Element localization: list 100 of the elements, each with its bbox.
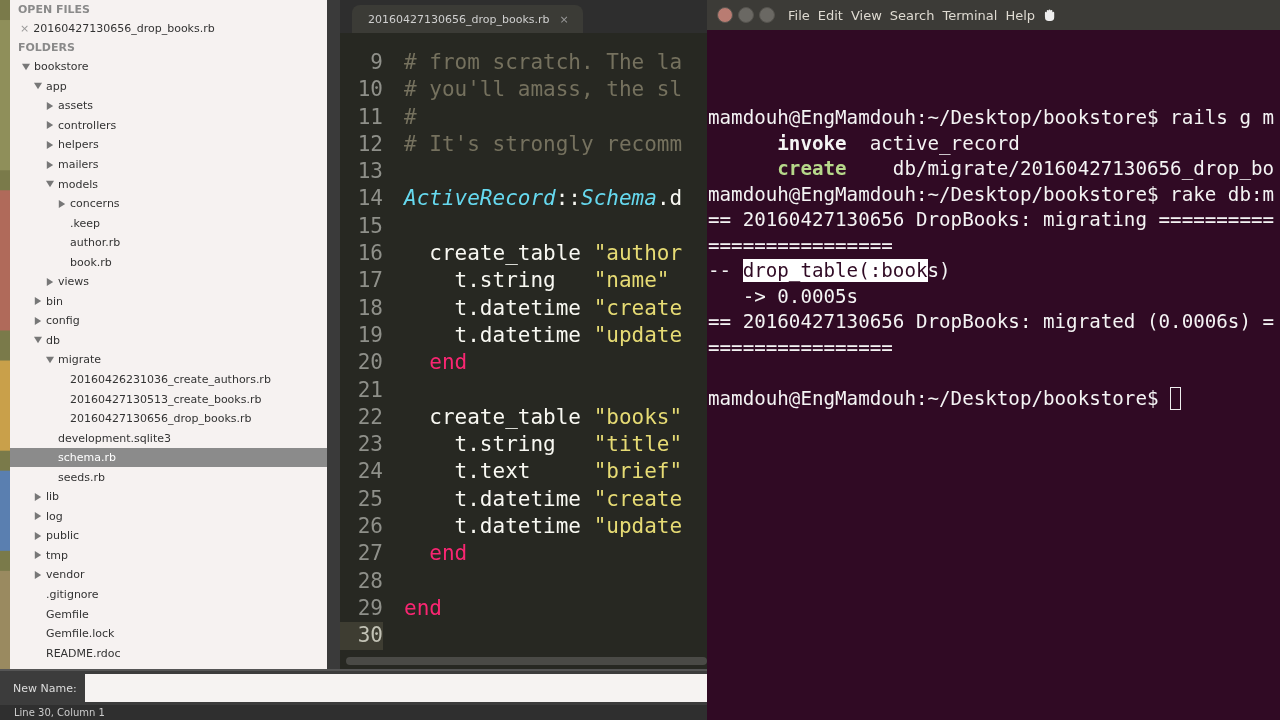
expanded-arrow-icon[interactable] — [46, 355, 54, 364]
line-number: 20 — [356, 349, 383, 377]
tree-item[interactable]: Gemfile — [10, 604, 327, 624]
tree-item[interactable]: public — [10, 526, 327, 546]
tree-item[interactable]: Gemfile.lock — [10, 623, 327, 644]
terminal-line: mamdouh@EngMamdouh:~/Desktop/bookstore$ rails g m — [708, 105, 1275, 131]
line-number: 16 — [356, 240, 383, 268]
line-number: 25 — [356, 485, 383, 513]
line-number: 15 — [356, 212, 383, 240]
terminal-line: == 20160427130656 DropBooks: migrated (0.0006s) = — [708, 309, 1275, 335]
code-line: end — [404, 594, 442, 622]
line-number: 21 — [356, 376, 383, 404]
line-number: 12 — [356, 130, 383, 158]
code-line: create_table "author — [428, 240, 683, 268]
line-number: 19 — [356, 321, 383, 349]
tree-item[interactable]: bookstore — [10, 57, 327, 77]
tree-item[interactable]: seeds.rb — [10, 467, 327, 488]
tree-item[interactable]: .keep — [10, 213, 327, 233]
menu-item[interactable]: View — [850, 7, 882, 23]
line-number: 10 — [356, 76, 383, 104]
input-field[interactable] — [84, 674, 707, 702]
code-line: t.datetime "update — [453, 321, 683, 349]
tree-item[interactable]: 20160427130513_create_books.rb — [10, 389, 327, 409]
tree-item[interactable]: controllers — [10, 115, 327, 136]
collapsed-arrow-icon[interactable] — [46, 277, 54, 286]
expanded-arrow-icon[interactable] — [46, 180, 54, 189]
line-number: 26 — [356, 513, 383, 541]
menu-item[interactable]: Edit — [817, 7, 843, 23]
tree-item[interactable]: db — [10, 330, 327, 351]
tree-item[interactable]: models — [10, 174, 327, 194]
status-text: Line 30, Column 1 — [14, 707, 105, 718]
tree-item[interactable]: views — [10, 272, 327, 292]
expanded-arrow-icon[interactable] — [22, 62, 30, 71]
collapsed-arrow-icon[interactable] — [34, 551, 42, 560]
menu-item[interactable]: Search — [889, 7, 935, 23]
tree-item[interactable]: 20160426231036_create_authors.rb — [10, 369, 327, 390]
tree-item[interactable]: lib — [10, 487, 327, 507]
field-label: New Name: — [13, 681, 77, 695]
code-line: t.string "name" — [453, 267, 670, 295]
tree-item[interactable]: mailers — [10, 154, 327, 175]
collapsed-arrow-icon[interactable] — [46, 160, 54, 169]
tree-item[interactable]: author.rb — [10, 232, 327, 253]
menu-item[interactable]: Terminal — [942, 7, 998, 23]
terminal-line: invoke active_record — [776, 130, 1020, 156]
line-number: 9 — [369, 49, 383, 76]
tree-item[interactable]: migrate — [10, 350, 327, 370]
close-button[interactable] — [717, 7, 733, 23]
line-number: 28 — [356, 567, 383, 595]
terminal-line: ================ — [708, 334, 893, 360]
collapsed-arrow-icon[interactable] — [34, 531, 42, 540]
maximize-button[interactable] — [759, 7, 775, 23]
menu-item[interactable]: Help — [1005, 7, 1036, 23]
menu-item[interactable]: File — [788, 7, 810, 23]
line-number: 17 — [356, 267, 383, 295]
tree-item[interactable]: app — [10, 76, 327, 97]
code-line: # — [404, 103, 417, 131]
horizontal-scrollbar[interactable] — [346, 657, 707, 665]
code-line: t.text "brief" — [453, 458, 683, 486]
code-line: # you'll amass, the sl — [404, 76, 683, 104]
code-line: t.datetime "create — [453, 294, 683, 322]
tree-item[interactable]: tmp — [10, 545, 327, 566]
tree-item[interactable]: README.rdoc — [10, 643, 327, 663]
collapsed-arrow-icon[interactable] — [34, 492, 42, 501]
collapsed-arrow-icon[interactable] — [58, 199, 66, 208]
tree-item[interactable]: .gitignore — [10, 584, 327, 605]
collapsed-arrow-icon[interactable] — [46, 101, 54, 110]
code-line: create_table "books" — [428, 403, 683, 431]
line-number: 27 — [356, 540, 383, 568]
tree-item[interactable]: vendor — [10, 565, 327, 585]
code-line: t.datetime "create — [453, 485, 683, 513]
expanded-arrow-icon[interactable] — [34, 82, 42, 91]
terminal-line: -> 0.0005s — [741, 283, 859, 309]
terminal-line: mamdouh@EngMamdouh:~/Desktop/bookstore$ rake db:m — [708, 181, 1275, 207]
tree-item[interactable]: helpers — [10, 135, 327, 155]
line-number: 13 — [356, 158, 383, 186]
collapsed-arrow-icon[interactable] — [34, 512, 42, 521]
line-number: 22 — [356, 403, 383, 431]
collapsed-arrow-icon[interactable] — [34, 297, 42, 306]
collapsed-arrow-icon[interactable] — [46, 121, 54, 130]
collapsed-arrow-icon[interactable] — [34, 571, 42, 579]
tree-item[interactable]: concerns — [10, 193, 327, 214]
minimize-button[interactable] — [738, 7, 754, 23]
expanded-arrow-icon[interactable] — [34, 336, 42, 345]
line-number: 18 — [356, 294, 383, 322]
terminal-line: create db/migrate/20160427130656_drop_bo — [776, 156, 1275, 182]
section-heading: OPEN FILES — [17, 2, 90, 18]
tree-item[interactable]: log — [10, 506, 327, 527]
line-number: 30 — [340, 622, 383, 650]
tree-item[interactable]: 20160427130656_drop_books.rb — [10, 408, 327, 429]
tree-item[interactable]: book.rb — [10, 252, 327, 272]
code-line: end — [428, 349, 468, 377]
collapsed-arrow-icon[interactable] — [34, 316, 42, 325]
tree-item[interactable]: assets — [10, 96, 327, 116]
open-file-item[interactable]: 20160427130656_drop_books.rb — [33, 22, 215, 35]
code-line: # It's strongly recomm — [404, 130, 683, 158]
file-tab[interactable]: 20160427130656_drop_books.rb × — [352, 5, 583, 33]
collapsed-arrow-icon[interactable] — [46, 140, 54, 149]
tree-item[interactable]: development.sqlite3 — [10, 428, 327, 448]
tree-item[interactable]: bin — [10, 291, 327, 312]
tree-item[interactable]: config — [10, 311, 327, 331]
